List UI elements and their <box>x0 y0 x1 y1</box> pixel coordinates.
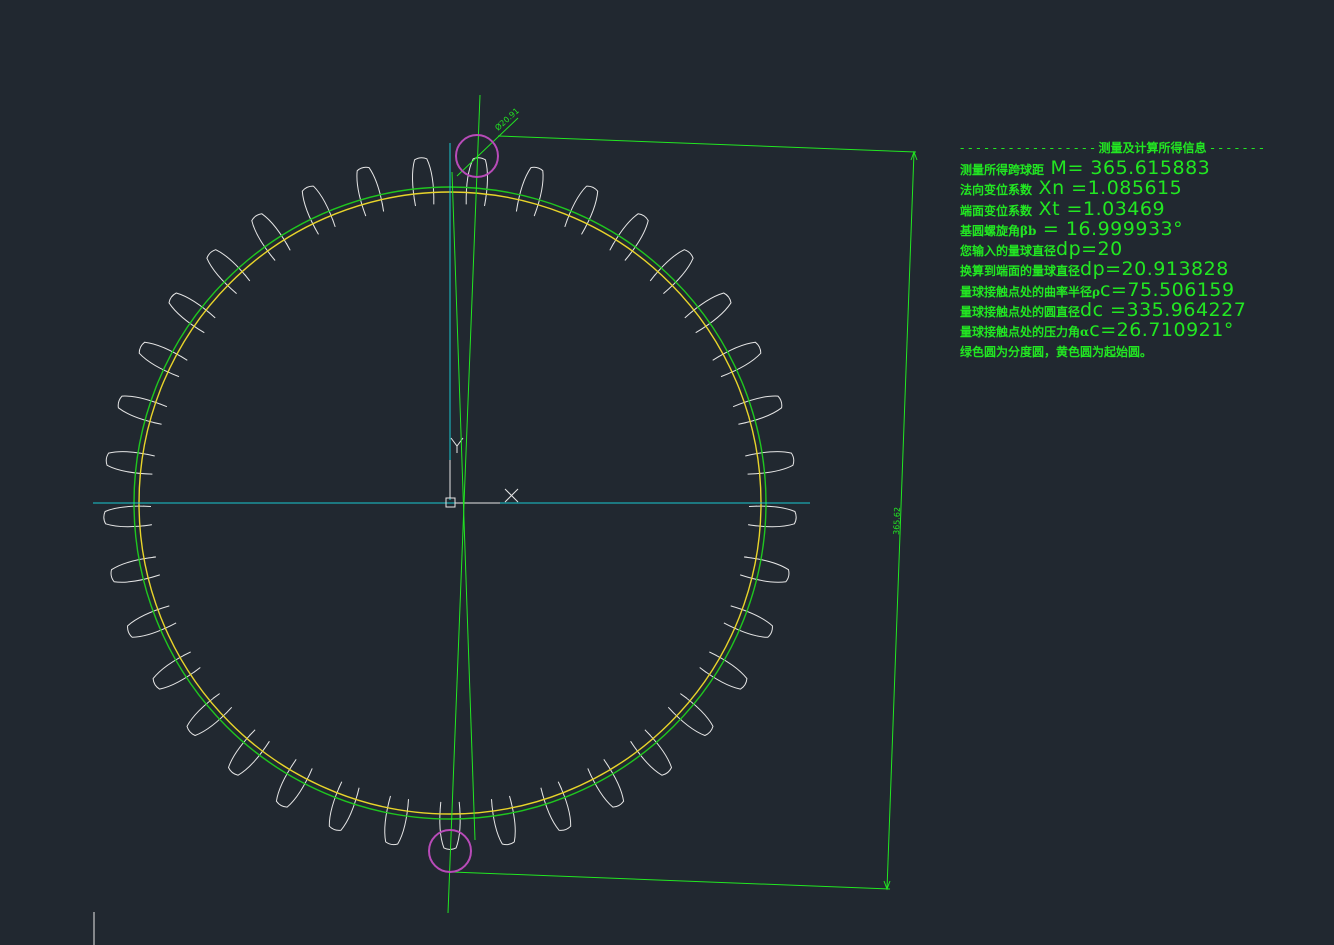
gear-tooth <box>732 395 783 425</box>
center-lines <box>93 143 810 504</box>
gear-tooth <box>384 795 409 846</box>
gear-tooth <box>491 795 516 846</box>
info-value: c=26.710921° <box>1089 319 1234 342</box>
info-row-transverse-ball: 换算到端面的量球直径dp=20.913828 <box>960 259 1334 279</box>
header-dashes-right: - - - - - - - <box>1210 141 1264 155</box>
header-dashes-left: - - - - - - - - - - - - - - - - - <box>960 141 1095 155</box>
info-row-curvature-radius: 量球接触点处的曲率半径ρc=75.506159 <box>960 280 1334 300</box>
leader-line <box>456 117 519 177</box>
gear-tooth <box>356 166 385 217</box>
ball-axis-line <box>447 94 481 914</box>
gear-tooth <box>152 651 201 690</box>
info-row-pressure-angle: 量球接触点处的压力角αc=26.710921° <box>960 320 1334 340</box>
info-value: dc =335.964227 <box>1080 299 1247 322</box>
gear-tooth <box>206 249 251 294</box>
info-row-ball-span: 测量所得跨球距 M= 365.615883 <box>960 158 1334 178</box>
info-value: Xt =1.03469 <box>1032 197 1166 220</box>
gear-tooth <box>649 249 694 294</box>
gear-tooth <box>127 605 177 638</box>
gear-tooth <box>540 781 572 831</box>
info-header: - - - - - - - - - - - - - - - - - 测量及计算所… <box>960 138 1334 158</box>
info-value: = 16.999933° <box>1036 217 1184 240</box>
gear-tooth <box>328 781 360 831</box>
info-label: 换算到端面的量球直径 <box>960 264 1081 279</box>
calculation-info-panel: - - - - - - - - - - - - - - - - - 测量及计算所… <box>960 138 1334 361</box>
header-title: 测量及计算所得信息 <box>1098 141 1207 155</box>
gear-tooth <box>609 213 649 261</box>
extension-line-bottom <box>451 871 891 890</box>
gear-tooth <box>515 166 544 217</box>
gear-tooth <box>439 801 461 850</box>
gear-tooth <box>117 395 168 425</box>
info-label: 端面变位系数 <box>960 203 1033 218</box>
info-row-transverse-shift: 端面变位系数 Xt =1.03469 <box>960 197 1334 220</box>
gear-tooth <box>105 451 155 475</box>
measurement-lines <box>447 94 918 914</box>
info-row-normal-shift: 法向变位系数 Xn =1.085615 <box>960 178 1334 198</box>
ucs-icon <box>445 437 519 508</box>
info-label: 量球接触点处的圆直径 <box>960 305 1081 320</box>
info-row-base-helix: 基圆螺旋角βb = 16.999933° <box>960 219 1334 239</box>
info-note: 绿色圆为分度圆，黄色圆为起始圆。 <box>960 344 1153 359</box>
span-dimension: 365.62 <box>892 507 902 535</box>
gear-tooth <box>740 556 790 583</box>
info-value: Xn =1.085615 <box>1032 177 1183 200</box>
info-row-input-ball: 您输入的量球直径dp=20 <box>960 239 1334 259</box>
gear-tooth <box>251 213 291 261</box>
extension-line-top <box>497 135 917 153</box>
gear-tooth <box>723 605 773 638</box>
info-label: 您输入的量球直径 <box>960 244 1057 259</box>
gear-tooth <box>699 651 748 690</box>
info-value: M= 365.615883 <box>1044 157 1211 179</box>
gear-tooth <box>275 759 313 808</box>
info-value: c=75.506159 <box>1099 278 1235 301</box>
gear-tooth <box>587 759 625 808</box>
info-value: dp=20 <box>1056 238 1123 261</box>
gear-tooth <box>748 505 797 528</box>
info-label: 量球接触点处的压力角α <box>960 325 1090 340</box>
info-label: 基圆螺旋角βb <box>960 223 1037 238</box>
gear-tooth <box>103 505 152 528</box>
gear-tooth <box>412 157 435 207</box>
info-row-contact-diameter: 量球接触点处的圆直径dc =335.964227 <box>960 300 1334 320</box>
info-label: 测量所得跨球距 <box>960 163 1045 177</box>
info-label: 法向变位系数 <box>960 183 1033 198</box>
gear-tooth <box>110 556 160 583</box>
info-label: 量球接触点处的曲率半径ρ <box>960 284 1100 299</box>
gear-tooth <box>745 451 795 475</box>
info-value: dp=20.913828 <box>1080 258 1229 281</box>
